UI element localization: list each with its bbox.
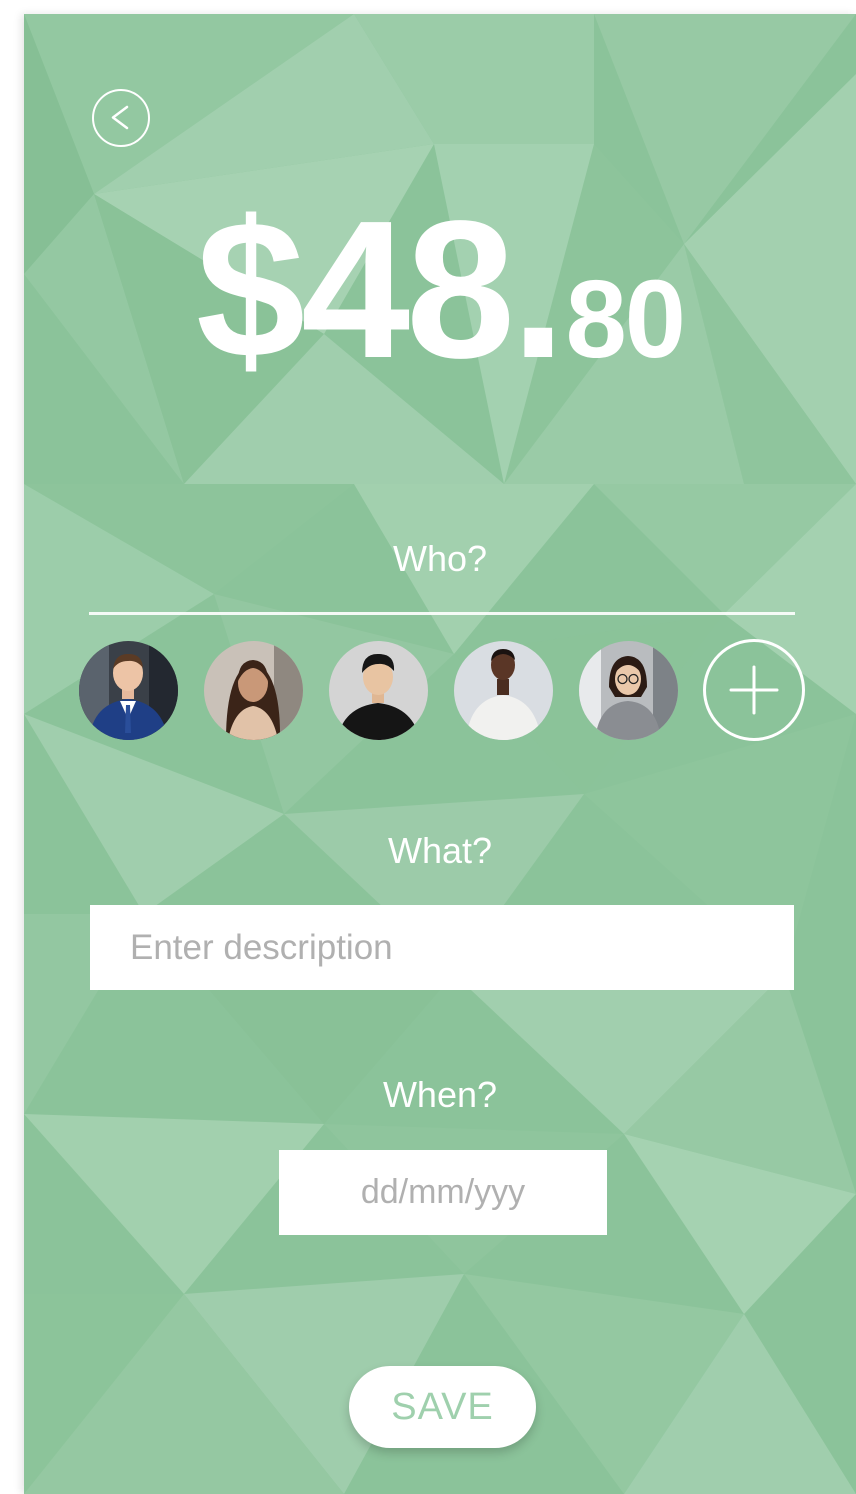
- back-button[interactable]: [92, 89, 150, 147]
- avatar-person-3[interactable]: [329, 641, 428, 740]
- avatar-person-4[interactable]: [454, 641, 553, 740]
- amount-separator: .: [511, 180, 566, 399]
- amount-dollars: $48: [196, 180, 515, 399]
- amount-cents: 80: [565, 258, 686, 381]
- plus-icon: [729, 665, 779, 715]
- when-label: When?: [382, 1074, 498, 1115]
- who-label: Who?: [392, 538, 488, 579]
- save-button[interactable]: SAVE: [349, 1366, 536, 1448]
- description-input[interactable]: [90, 905, 794, 990]
- avatar-person-1[interactable]: [79, 641, 178, 740]
- avatar-person-2[interactable]: [204, 641, 303, 740]
- people-selector: [79, 639, 809, 741]
- chevron-left-icon: [111, 105, 129, 130]
- avatar-person-5[interactable]: [579, 641, 678, 740]
- add-expense-screen: $48.80 Who? What? Enter description When…: [24, 14, 856, 1494]
- amount-display: $48.80: [24, 192, 856, 388]
- what-label: What?: [387, 830, 493, 871]
- date-input[interactable]: [279, 1150, 607, 1235]
- who-divider: [89, 612, 795, 615]
- add-person-button[interactable]: [703, 639, 805, 741]
